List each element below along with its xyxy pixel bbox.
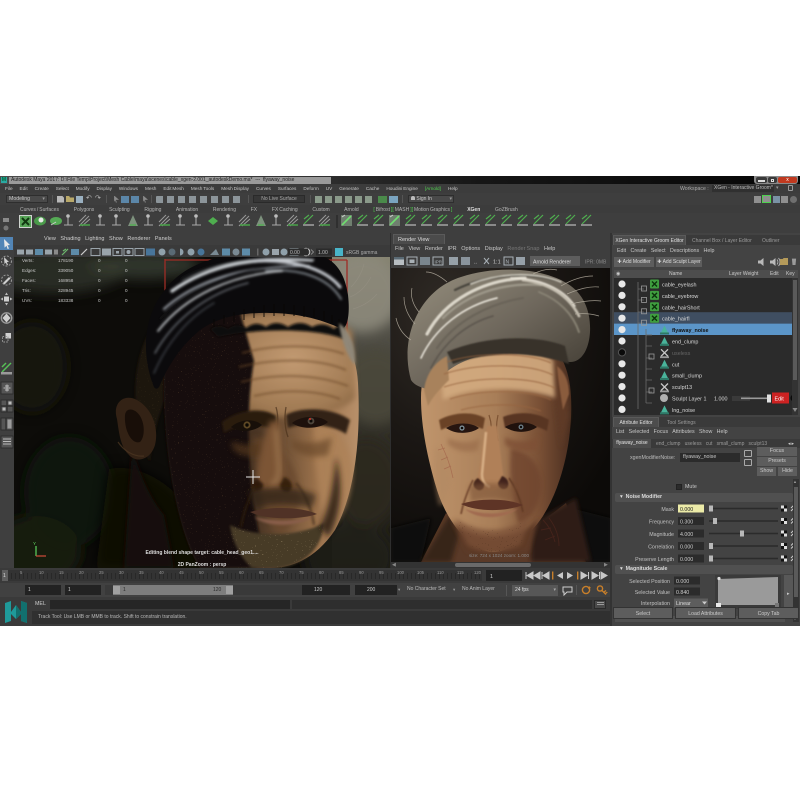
svg-text:0: 0 xyxy=(125,278,128,283)
svg-text:75: 75 xyxy=(299,570,304,575)
svg-text:45: 45 xyxy=(179,570,184,575)
svg-text:339050: 339050 xyxy=(58,268,74,273)
svg-text:0: 0 xyxy=(98,258,101,263)
svg-text:Arnold Renderer: Arnold Renderer xyxy=(533,259,571,265)
svg-text:10: 10 xyxy=(39,570,44,575)
svg-text:Selected Position: Selected Position xyxy=(629,579,670,585)
svg-text:30: 30 xyxy=(119,570,124,575)
svg-text:Edges:: Edges: xyxy=(22,268,36,273)
svg-text:Mask: Mask xyxy=(661,507,674,513)
svg-text:178190: 178190 xyxy=(58,258,74,263)
svg-text:small_clump: small_clump xyxy=(672,374,702,380)
svg-text:lng_noise: lng_noise xyxy=(672,408,695,414)
svg-text:0: 0 xyxy=(125,268,128,273)
svg-text:Edit: Edit xyxy=(775,397,785,403)
svg-text:1.00: 1.00 xyxy=(318,250,328,256)
svg-text:0.000: 0.000 xyxy=(676,579,689,585)
svg-text:25: 25 xyxy=(99,570,104,575)
svg-text:4.000: 4.000 xyxy=(680,532,693,538)
svg-text:55: 55 xyxy=(219,570,224,575)
svg-text:Selected Value: Selected Value xyxy=(635,590,670,596)
svg-text:cable_hairShort: cable_hairShort xyxy=(662,305,700,311)
svg-text:sRGB gamma: sRGB gamma xyxy=(346,250,378,256)
svg-text:95: 95 xyxy=(379,570,384,575)
svg-text:end_clump: end_clump xyxy=(672,340,698,346)
svg-text:0.300: 0.300 xyxy=(680,520,693,526)
svg-text:110: 110 xyxy=(437,570,444,575)
svg-text:cable_eyebrow: cable_eyebrow xyxy=(662,294,698,300)
svg-text:0.00: 0.00 xyxy=(290,250,300,256)
svg-text:Tris:: Tris: xyxy=(22,288,31,293)
svg-text:50: 50 xyxy=(199,570,204,575)
svg-text:0: 0 xyxy=(98,268,101,273)
svg-text:0.000: 0.000 xyxy=(680,545,693,551)
svg-text:1: 1 xyxy=(3,573,6,579)
svg-text:0.000: 0.000 xyxy=(680,507,693,513)
svg-text:Faces:: Faces: xyxy=(22,278,36,283)
svg-text:Frequency: Frequency xyxy=(649,520,674,526)
svg-text:85: 85 xyxy=(339,570,344,575)
svg-text:0: 0 xyxy=(98,278,101,283)
svg-text:0: 0 xyxy=(125,258,128,263)
svg-text:15: 15 xyxy=(59,570,64,575)
svg-text:Editing blend shape target: ca: Editing blend shape target: cable_head_g… xyxy=(145,550,259,556)
svg-text:20: 20 xyxy=(79,570,84,575)
svg-text:UVs:: UVs: xyxy=(22,298,32,303)
svg-text:0: 0 xyxy=(125,288,128,293)
svg-text:N: N xyxy=(506,260,510,266)
svg-text:120: 120 xyxy=(474,570,482,575)
svg-text:↔: ↔ xyxy=(473,260,478,266)
svg-text:100: 100 xyxy=(397,570,405,575)
svg-text:0: 0 xyxy=(98,298,101,303)
svg-text:40: 40 xyxy=(159,570,164,575)
svg-text:Y: Y xyxy=(33,541,36,546)
svg-text:IPR: IPR xyxy=(435,260,443,265)
svg-text:115: 115 xyxy=(457,570,464,575)
svg-text:Preserve Length: Preserve Length xyxy=(635,557,674,563)
svg-text:0: 0 xyxy=(125,298,128,303)
svg-text:65: 65 xyxy=(259,570,264,575)
svg-text:cable_eyelash: cable_eyelash xyxy=(662,283,696,289)
svg-text:328945: 328945 xyxy=(58,288,74,293)
svg-text:183338: 183338 xyxy=(58,298,74,303)
svg-text:1:1: 1:1 xyxy=(493,260,501,266)
svg-text:0.840: 0.840 xyxy=(676,590,689,596)
svg-text:80: 80 xyxy=(319,570,324,575)
svg-text:Verts:: Verts: xyxy=(22,258,34,263)
svg-text:Sculpt Layer 1: Sculpt Layer 1 xyxy=(672,397,706,403)
svg-text:flyaway_noise: flyaway_noise xyxy=(672,328,709,334)
svg-text:size: 724 x 1024 zoom: 1.000: size: 724 x 1024 zoom: 1.000 xyxy=(469,553,529,558)
svg-text:cable_hairfl: cable_hairfl xyxy=(662,317,690,323)
svg-text:0.000: 0.000 xyxy=(680,557,693,563)
svg-text:sculpt13: sculpt13 xyxy=(672,385,692,391)
svg-text:cut: cut xyxy=(672,362,680,368)
svg-text:90: 90 xyxy=(359,570,364,575)
svg-text:Correlation: Correlation xyxy=(648,545,674,551)
svg-text:105: 105 xyxy=(417,570,425,575)
svg-text:168958: 168958 xyxy=(58,278,74,283)
svg-text:1.000: 1.000 xyxy=(714,397,728,403)
svg-text:0: 0 xyxy=(98,288,101,293)
svg-text:1: 1 xyxy=(490,574,493,580)
svg-text:useless: useless xyxy=(672,351,691,357)
svg-text:IPR: 0MB: IPR: 0MB xyxy=(585,259,607,265)
svg-text:Magnitude: Magnitude xyxy=(649,532,674,538)
svg-text:60: 60 xyxy=(239,570,244,575)
svg-text:35: 35 xyxy=(139,570,144,575)
svg-text:70: 70 xyxy=(279,570,284,575)
